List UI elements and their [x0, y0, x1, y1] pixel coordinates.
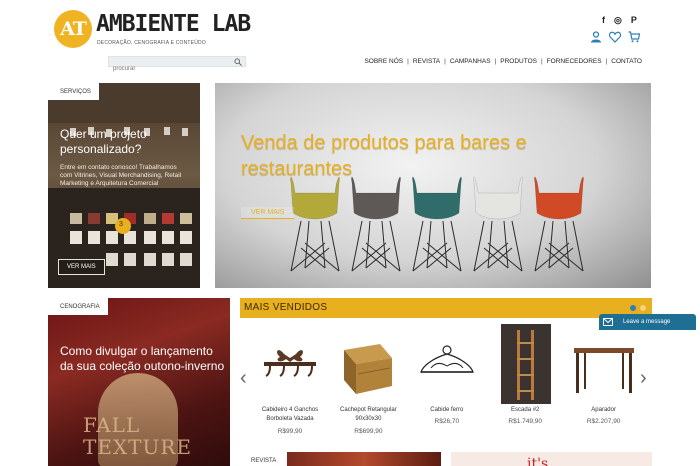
carousel-prev-arrow[interactable]: ‹	[240, 368, 247, 388]
magazine-snippet: it's	[527, 456, 549, 466]
nav-item-produtos[interactable]: PRODUTOS	[496, 58, 541, 65]
chair-icon	[351, 176, 401, 272]
product-name[interactable]: Aparador	[564, 406, 644, 415]
logo-mark: AT	[54, 10, 92, 48]
account-icons	[590, 31, 640, 43]
window-display-text: FALL TEXTURE	[83, 413, 193, 459]
site-logo[interactable]: AT AMBIENTE LAB DECORAÇÃO, CENOGRAFIA E …	[54, 10, 251, 50]
hero-title: Venda de produtos para bares e restauran…	[241, 132, 527, 180]
logo-name: AMBIENTE LAB	[96, 11, 251, 37]
product-name[interactable]: Cachepot Retangular 90x30x30	[328, 406, 408, 424]
hero-more-button[interactable]: VER MAIS	[241, 207, 295, 219]
product-price: R$99,90	[277, 428, 303, 435]
chair-icon	[534, 176, 584, 272]
product-price: R$2.207,90	[586, 418, 621, 425]
search-input[interactable]	[109, 64, 227, 74]
magazine-strip: REVISTA it's	[240, 450, 652, 466]
best-sellers-header: MAIS VENDIDOS	[240, 298, 652, 318]
coat-rack-butterfly-image	[264, 350, 316, 377]
scenography-title: Como divulgar o lançamento da sua coleçã…	[60, 344, 225, 373]
planter-box-image	[344, 344, 393, 394]
section-tag-magazine: REVISTA	[240, 450, 286, 466]
pinterest-icon[interactable]: P	[631, 15, 637, 25]
sideboard-image	[573, 348, 634, 393]
chat-widget[interactable]: Leave a message	[599, 314, 696, 330]
section-tag-scenography: CENOGRAFIA	[48, 298, 108, 315]
product-card[interactable]: Cabideiro 4 Ganchos Borboleta Vazada R$9…	[250, 322, 328, 440]
main-nav: SOBRE NÓS | REVISTA | CAMPANHAS | PRODUTOS |…	[360, 58, 646, 65]
product-price: R$699,90	[354, 428, 383, 435]
magazine-thumbnail[interactable]: it's	[451, 452, 652, 466]
ladder-image	[501, 324, 552, 404]
chair-icon	[290, 176, 340, 272]
carousel-dot[interactable]	[630, 305, 636, 311]
social-links: f ◎ P	[602, 14, 648, 26]
logo-tagline: DECORAÇÃO, CENOGRAFIA E CONTEÚDO	[97, 40, 206, 46]
magazine-thumbnail[interactable]	[287, 452, 441, 466]
product-card[interactable]: Cachepot Retangular 90x30x30 R$699,90	[328, 322, 406, 440]
services-panel[interactable]: 3 SERVIÇOS Quer um projeto personalizado…	[48, 83, 200, 288]
product-card[interactable]: Cabide ferro R$26,70	[407, 322, 485, 440]
nav-item-fornecedores[interactable]: FORNECEDORES	[543, 58, 606, 65]
search-icon[interactable]	[234, 58, 242, 66]
best-sellers-title: MAIS VENDIDOS	[244, 302, 328, 313]
nav-item-revista[interactable]: REVISTA	[409, 58, 444, 65]
slide-number-badge: 3	[119, 221, 123, 228]
chat-label: Leave a message	[623, 319, 671, 325]
section-tag-services: SERVIÇOS	[48, 83, 99, 100]
product-carousel: Cabideiro 4 Ganchos Borboleta Vazada R$9…	[250, 322, 642, 440]
best-sellers-section: MAIS VENDIDOS ‹ › Cabideiro 4 Ganchos Bo…	[240, 298, 652, 438]
envelope-icon	[603, 318, 613, 326]
services-title: Quer um projeto personalizado?	[60, 127, 147, 156]
nav-item-contato[interactable]: CONTATO	[607, 58, 646, 65]
product-price: R$1.749,90	[508, 418, 543, 425]
services-more-button[interactable]: VER MAIS	[58, 259, 105, 275]
nav-item-sobre[interactable]: SOBRE NÓS	[360, 58, 407, 65]
product-name[interactable]: Cabideiro 4 Ganchos Borboleta Vazada	[250, 406, 330, 424]
product-card[interactable]: Aparador R$2.207,90	[564, 322, 642, 440]
search-box	[108, 56, 246, 74]
cart-icon[interactable]	[628, 31, 640, 43]
chair-icon	[473, 176, 523, 272]
carousel-dots	[630, 305, 646, 311]
carousel-dot[interactable]	[640, 305, 646, 311]
product-card[interactable]: Escada #2 R$1.749,90	[485, 322, 563, 440]
iron-hanger-image	[419, 345, 474, 373]
product-name[interactable]: Escada #2	[485, 406, 565, 415]
hero-banner[interactable]: Venda de produtos para bares e restauran…	[215, 83, 651, 288]
product-name[interactable]: Cabide ferro	[407, 406, 487, 415]
chair-icon	[412, 176, 462, 272]
chairs-illustration	[290, 176, 584, 272]
facebook-icon[interactable]: f	[602, 15, 605, 25]
heart-icon[interactable]	[609, 31, 621, 43]
instagram-icon[interactable]: ◎	[614, 15, 622, 26]
user-icon[interactable]	[590, 31, 602, 43]
product-price: R$26,70	[434, 418, 460, 425]
nav-item-campanhas[interactable]: CAMPANHAS	[446, 58, 495, 65]
services-description: Entre em contato conosco! Trabalhamos co…	[60, 164, 182, 187]
scenography-panel[interactable]: FALL TEXTURE CENOGRAFIA Como divulgar o …	[48, 298, 230, 466]
